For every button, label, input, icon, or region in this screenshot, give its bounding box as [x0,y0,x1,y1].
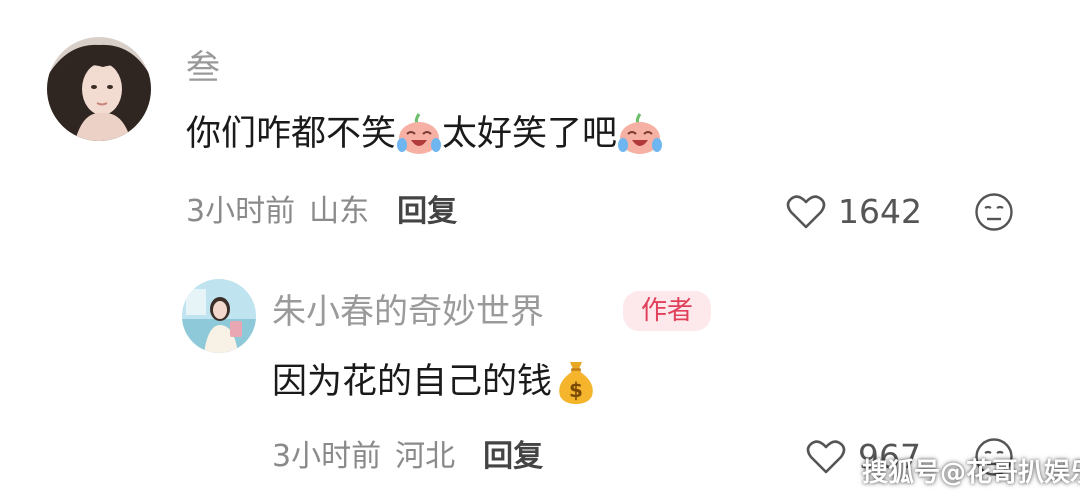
comment-dislike-button[interactable] [974,192,1014,232]
watermark: 搜狐号@花哥扒娱乐 [862,458,1080,488]
comment-time: 3小时前 [186,194,296,229]
comment-text-part2: 太好笑了吧 [442,114,618,154]
author-badge: 作者 [623,291,712,331]
reply-username[interactable]: 朱小春的奇妙世界 [272,292,544,332]
reply-time: 3小时前 [272,439,382,474]
laughing-crying-peach-emoji [397,113,442,154]
comment-like-count: 1642 [838,192,922,231]
heart-icon [786,194,826,228]
reply-avatar[interactable] [182,279,256,353]
comment-reply-button[interactable]: 回复 [397,194,457,230]
money-bag-emoji: $ [559,362,593,404]
heart-icon [806,439,846,473]
reply-text-body: 因为花的自己的钱 [272,362,553,402]
comment-username[interactable]: 叁 [186,48,220,88]
comment-text: 你们咋都不笑 太好笑了吧 [186,112,663,156]
svg-text:$: $ [569,378,583,402]
comment-location: 山东 [309,194,370,229]
reply-reply-button[interactable]: 回复 [483,439,543,475]
neutral-face-icon [975,193,1013,231]
reply-text: 因为花的自己的钱 $ [272,358,600,406]
laughing-crying-peach-emoji [618,113,663,154]
comment-text-part1: 你们咋都不笑 [186,114,397,154]
comment-avatar[interactable] [47,37,151,141]
reply-meta: 3小时前 河北 回复 [272,439,543,475]
comment-meta: 3小时前 山东 回复 [186,194,457,230]
reply-location: 河北 [395,439,456,474]
comment-like-button[interactable]: 1642 [786,192,922,231]
